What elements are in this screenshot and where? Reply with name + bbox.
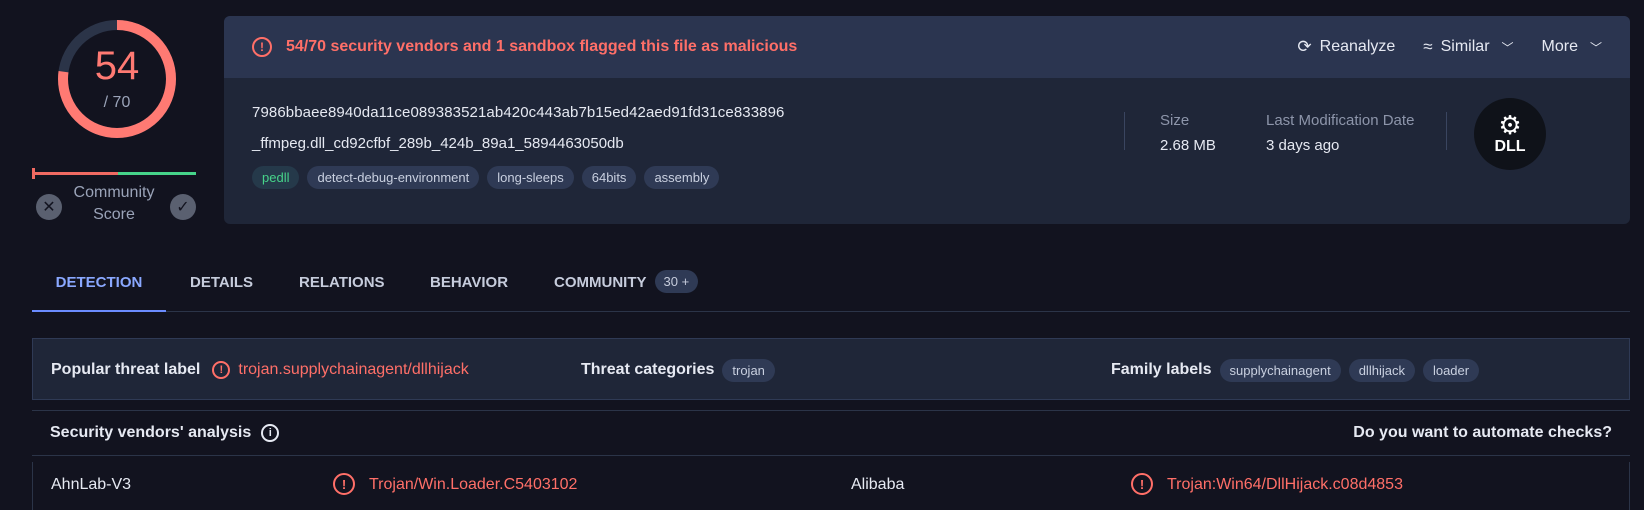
popular-threat-label: Popular threat label ! trojan.supplychai… [51,339,469,401]
vendor-name: Alibaba [851,476,905,493]
refresh-icon: ⟳ [1297,37,1312,56]
chevron-down-icon: ﹀ [1589,40,1602,55]
vote-harmful-icon[interactable]: ✕ [36,194,62,220]
alert-icon: ! [252,37,272,57]
category-chip[interactable]: trojan [722,358,775,382]
threat-categories: Threat categories trojan [581,339,775,401]
vendor-result: Trojan:Win64/DllHijack.c08d4853 [1167,476,1403,493]
tab-community[interactable]: COMMUNITY 30 + [554,262,699,312]
threat-categories-title: Threat categories [581,361,715,378]
detection-gauge: 54 / 70 [52,14,182,144]
file-name: _ffmpeg.dll_cd92cfbf_289b_424b_89a1_5894… [252,135,624,152]
popular-threat-label-title: Popular threat label [51,361,201,378]
detection-score: 54 / 70 ✕ Community Score ✓ [32,14,202,224]
alert-icon: ! [212,361,231,379]
reanalyze-button[interactable]: ⟳ Reanalyze [1297,37,1395,57]
file-hash[interactable]: 7986bbaee8940da11ce089383521ab420c443ab7… [252,104,785,121]
info-icon[interactable]: i [261,424,280,442]
similar-icon: ≈ [1423,37,1433,56]
tab-relations[interactable]: RELATIONS [299,262,385,312]
tab-behavior[interactable]: BEHAVIOR [430,262,508,312]
detection-total: / 70 [103,94,131,111]
file-summary-card: ! 54/70 security vendors and 1 sandbox f… [224,16,1630,224]
popular-threat-value[interactable]: trojan.supplychainagent/dllhijack [238,361,468,379]
tab-bar: DETECTION DETAILS RELATIONS BEHAVIOR COM… [32,262,1630,312]
vendors-analysis-title: Security vendors' analysis [50,424,252,441]
file-type-label: DLL [1494,138,1526,155]
file-info: 7986bbaee8940da11ce089383521ab420c443ab7… [252,104,785,189]
family-chip[interactable]: loader [1422,358,1480,382]
gears-icon: ⚙ [1498,110,1522,140]
file-tags: pedll detect-debug-environment long-slee… [252,166,785,189]
detection-count: 54 [94,44,140,88]
more-dropdown[interactable]: More ﹀ [1542,38,1602,56]
modification-value: 3 days ago [1266,137,1340,154]
dll-file-type-icon: ⚙ DLL [1474,98,1546,170]
vendor-name: AhnLab-V3 [51,476,132,493]
vendor-result: Trojan/Win.Loader.C5403102 [369,476,578,493]
tab-detection[interactable]: DETECTION [32,262,166,312]
table-row: AhnLab-V3 ! Trojan/Win.Loader.C5403102 A… [32,462,1630,510]
modification-label: Last Modification Date [1266,112,1415,129]
community-score-label: Community Score [73,184,155,223]
size-value: 2.68 MB [1160,137,1216,154]
malicious-alert-text: 54/70 security vendors and 1 sandbox fla… [286,38,798,55]
family-labels: Family labels supplychainagent dllhijack… [1111,339,1480,401]
vendors-analysis-header: Security vendors' analysis i Do you want… [32,410,1630,456]
threat-labels-row: Popular threat label ! trojan.supplychai… [32,338,1630,400]
malicious-alert-bar: ! 54/70 security vendors and 1 sandbox f… [224,16,1630,78]
divider [1446,112,1447,150]
tag-pedll[interactable]: pedll [252,166,300,189]
family-labels-title: Family labels [1111,361,1212,378]
alert-icon: ! [333,473,355,495]
chevron-down-icon: ﹀ [1501,40,1514,55]
community-count-badge: 30 + [654,270,699,293]
tag-64bits[interactable]: 64bits [581,166,637,189]
size-label: Size [1160,112,1190,129]
family-chip[interactable]: supplychainagent [1219,358,1341,382]
tag-assembly[interactable]: assembly [644,166,720,189]
last-modification: Last Modification Date 3 days ago [1266,112,1414,154]
family-chip[interactable]: dllhijack [1348,358,1415,382]
community-score-bar [32,168,198,180]
alert-icon: ! [1131,473,1153,495]
tag-detect-debug-environment[interactable]: detect-debug-environment [307,166,480,189]
tab-details[interactable]: DETAILS [190,262,253,312]
divider [1124,112,1125,150]
similar-dropdown[interactable]: ≈ Similar ﹀ [1423,37,1513,57]
vote-harmless-icon[interactable]: ✓ [170,194,196,220]
tag-long-sleeps[interactable]: long-sleeps [487,166,574,189]
automate-checks-link[interactable]: Do you want to automate checks? [1353,424,1612,442]
file-size: Size 2.68 MB [1160,112,1216,154]
